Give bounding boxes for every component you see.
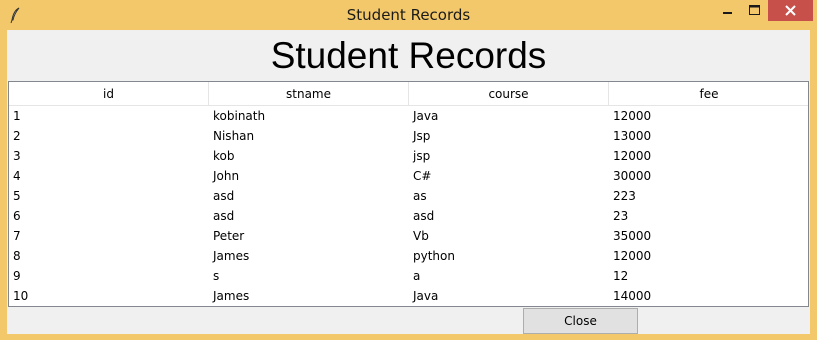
column-header-stname[interactable]: stname bbox=[209, 82, 409, 105]
cell-course: Jsp bbox=[413, 129, 431, 143]
cell-course: Vb bbox=[413, 229, 429, 243]
cell-stname: kobinath bbox=[213, 109, 266, 123]
cell-fee: 30000 bbox=[613, 169, 652, 183]
cell-fee: 12000 bbox=[613, 149, 652, 163]
column-header-id[interactable]: id bbox=[9, 82, 209, 105]
cell-id: 4 bbox=[13, 169, 21, 183]
cell-fee: 12000 bbox=[613, 249, 652, 263]
cell-course: C# bbox=[413, 169, 432, 183]
table-header: id stname course fee bbox=[9, 82, 808, 106]
cell-course: a bbox=[413, 269, 421, 283]
cell-fee: 13000 bbox=[613, 129, 652, 143]
cell-fee: 14000 bbox=[613, 289, 652, 303]
table-body: 1 kobinath Java 12000 2 Nishan Jsp 13000… bbox=[9, 106, 808, 306]
cell-stname: James bbox=[213, 249, 250, 263]
cell-course: python bbox=[413, 249, 455, 263]
cell-id: 7 bbox=[13, 229, 21, 243]
cell-stname: John bbox=[213, 169, 240, 183]
app-window: Student Records Student Records id stnam… bbox=[0, 0, 817, 343]
cell-id: 10 bbox=[13, 289, 29, 303]
cell-fee: 223 bbox=[613, 189, 636, 203]
minimize-button[interactable] bbox=[714, 0, 741, 21]
cell-course: as bbox=[413, 189, 427, 203]
cell-stname: Peter bbox=[213, 229, 245, 243]
cell-course: Java bbox=[413, 289, 439, 303]
table-row[interactable]: 2 Nishan Jsp 13000 bbox=[9, 126, 808, 146]
cell-id: 9 bbox=[13, 269, 21, 283]
cell-stname: James bbox=[213, 289, 250, 303]
table-row[interactable]: 4 John C# 30000 bbox=[9, 166, 808, 186]
close-window-button[interactable] bbox=[768, 0, 813, 21]
window-title: Student Records bbox=[346, 6, 471, 24]
page-title: Student Records bbox=[270, 35, 547, 76]
cell-stname: s bbox=[213, 269, 220, 283]
table-row[interactable]: 6 asd asd 23 bbox=[9, 206, 808, 226]
cell-id: 5 bbox=[13, 189, 21, 203]
maximize-button[interactable] bbox=[741, 0, 768, 21]
table-row[interactable]: 3 kob jsp 12000 bbox=[9, 146, 808, 166]
close-button[interactable]: Close bbox=[523, 308, 638, 334]
cell-id: 8 bbox=[13, 249, 21, 263]
column-header-course[interactable]: course bbox=[409, 82, 609, 105]
cell-id: 6 bbox=[13, 209, 21, 223]
cell-stname: Nishan bbox=[213, 129, 255, 143]
table-row[interactable]: 5 asd as 223 bbox=[9, 186, 808, 206]
title-bar[interactable]: Student Records bbox=[0, 0, 817, 30]
table-row[interactable]: 10 James Java 14000 bbox=[9, 286, 808, 306]
cell-stname: asd bbox=[213, 209, 235, 223]
cell-id: 3 bbox=[13, 149, 21, 163]
table-row[interactable]: 9 s a 12 bbox=[9, 266, 808, 286]
column-header-fee[interactable]: fee bbox=[609, 82, 808, 105]
cell-fee: 12000 bbox=[613, 109, 652, 123]
cell-id: 1 bbox=[13, 109, 21, 123]
table-row[interactable]: 7 Peter Vb 35000 bbox=[9, 226, 808, 246]
records-table[interactable]: id stname course fee 1 kobinath Java 120… bbox=[8, 81, 809, 307]
cell-fee: 23 bbox=[613, 209, 629, 223]
cell-fee: 12 bbox=[613, 269, 629, 283]
window-client-area: Student Records id stname course fee 1 k… bbox=[7, 30, 810, 334]
cell-fee: 35000 bbox=[613, 229, 652, 243]
cell-course: jsp bbox=[413, 149, 431, 163]
cell-course: asd bbox=[413, 209, 435, 223]
table-row[interactable]: 8 James python 12000 bbox=[9, 246, 808, 266]
cell-id: 2 bbox=[13, 129, 21, 143]
cell-stname: kob bbox=[213, 149, 235, 163]
table-row[interactable]: 1 kobinath Java 12000 bbox=[9, 106, 808, 126]
cell-stname: asd bbox=[213, 189, 235, 203]
cell-course: Java bbox=[413, 109, 439, 123]
